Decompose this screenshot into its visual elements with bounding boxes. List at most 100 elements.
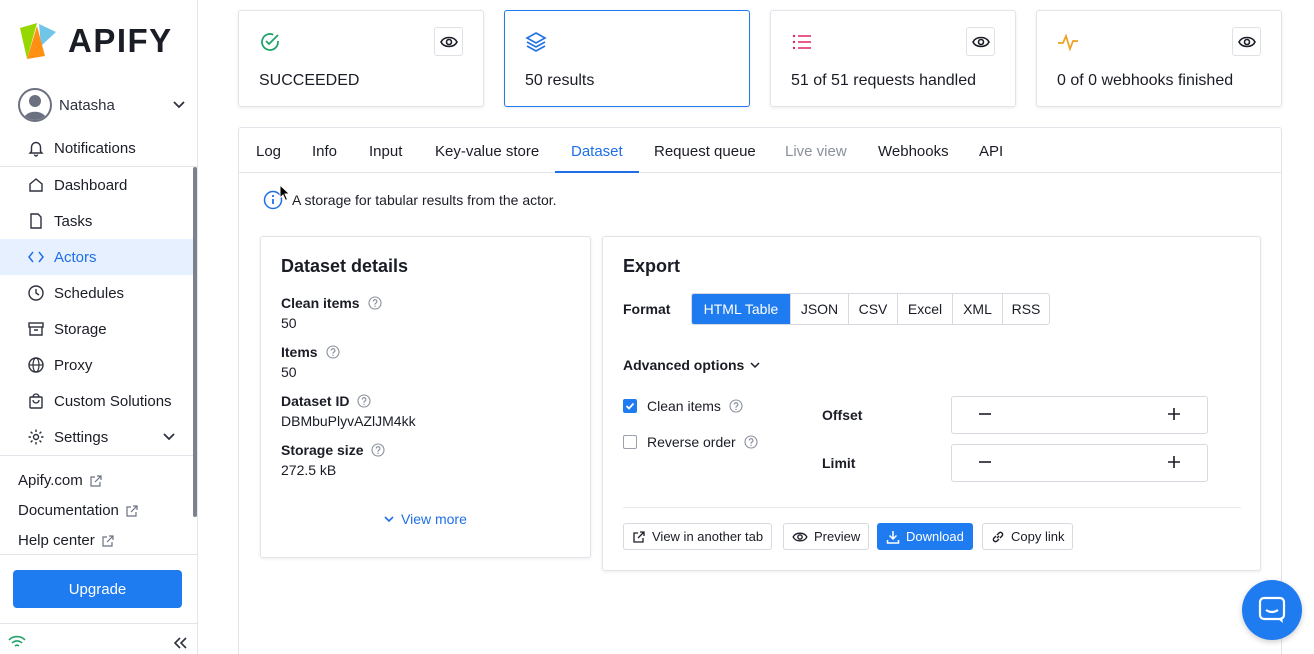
eye-icon xyxy=(1237,36,1256,47)
upgrade-button[interactable]: Upgrade xyxy=(13,570,182,608)
user-menu[interactable]: Natasha xyxy=(18,87,186,123)
minus-icon[interactable] xyxy=(978,455,992,469)
sidebar-item-schedules[interactable]: Schedules xyxy=(0,275,196,311)
tab-log[interactable]: Log xyxy=(256,143,281,160)
help-icon[interactable] xyxy=(744,435,758,449)
view-requests-button[interactable] xyxy=(966,27,995,56)
external-link-icon xyxy=(126,504,138,517)
brand-name: APIFY xyxy=(68,21,173,59)
sidebar-item-storage[interactable]: Storage xyxy=(0,311,196,347)
tab-webhooks[interactable]: Webhooks xyxy=(878,143,949,160)
download-button[interactable]: Download xyxy=(877,523,973,550)
view-in-another-tab-button[interactable]: View in another tab xyxy=(623,523,773,550)
export-card: Export Format HTML Table JSON CSV Excel … xyxy=(602,236,1261,571)
chevron-down-icon xyxy=(750,362,760,369)
external-link-icon xyxy=(102,534,114,547)
apify-logo[interactable]: APIFY xyxy=(18,20,173,60)
help-icon[interactable] xyxy=(729,399,743,413)
format-xml[interactable]: XML xyxy=(952,294,1002,324)
tab-bar: Log Info Input Key-value store Dataset R… xyxy=(239,128,1281,173)
link-label: Help center xyxy=(18,532,95,549)
tab-api[interactable]: API xyxy=(979,143,1003,160)
link-help-center[interactable]: Help center xyxy=(18,532,115,549)
clean-items-option-label: Clean items xyxy=(647,398,721,414)
results-card[interactable]: 50 results xyxy=(504,10,750,107)
gear-icon xyxy=(28,429,44,445)
chat-button[interactable] xyxy=(1242,580,1302,640)
limit-stepper[interactable] xyxy=(951,444,1208,482)
view-more-link[interactable]: View more xyxy=(383,511,467,527)
results-text: 50 results xyxy=(525,72,595,89)
plus-icon[interactable] xyxy=(1167,407,1181,421)
external-link-icon xyxy=(633,530,645,543)
storage-size-value: 272.5 kB xyxy=(281,462,337,478)
help-icon[interactable] xyxy=(357,394,372,408)
mouse-cursor-icon xyxy=(279,184,291,202)
sidebar-item-notifications[interactable]: Notifications xyxy=(0,130,196,166)
sidebar-item-actors[interactable]: Actors xyxy=(0,239,196,275)
clean-items-label: Clean items xyxy=(281,295,382,311)
info-text: A storage for tabular results from the a… xyxy=(292,192,557,208)
export-title: Export xyxy=(623,256,681,276)
help-icon[interactable] xyxy=(368,296,382,310)
requests-text: 51 of 51 requests handled xyxy=(791,72,977,89)
preview-button[interactable]: Preview xyxy=(783,523,870,550)
sidebar-item-custom-solutions[interactable]: Custom Solutions xyxy=(0,383,196,419)
view-status-button[interactable] xyxy=(434,27,463,56)
clean-items-checkbox[interactable] xyxy=(623,399,637,413)
eye-icon xyxy=(792,531,808,542)
collapse-sidebar-icon[interactable] xyxy=(172,636,188,650)
sidebar-item-label: Schedules xyxy=(54,284,125,302)
copy-link-button[interactable]: Copy link xyxy=(982,523,1074,550)
wifi-icon xyxy=(8,635,26,647)
advanced-options-toggle[interactable]: Advanced options xyxy=(623,357,761,373)
help-icon[interactable] xyxy=(371,443,386,457)
format-rss[interactable]: RSS xyxy=(1002,294,1049,324)
clean-items-option[interactable]: Clean items xyxy=(623,398,743,414)
minus-icon[interactable] xyxy=(978,407,992,421)
sidebar-item-label: Proxy xyxy=(54,356,93,374)
link-documentation[interactable]: Documentation xyxy=(18,502,139,519)
format-excel[interactable]: Excel xyxy=(897,294,952,324)
reverse-order-option[interactable]: Reverse order xyxy=(623,434,758,450)
link-icon xyxy=(992,531,1004,542)
clock-icon xyxy=(28,285,44,301)
tab-dataset[interactable]: Dataset xyxy=(571,143,623,160)
dataset-id-value: DBMbuPlyvAZlJM4kk xyxy=(281,413,416,429)
sidebar-item-tasks[interactable]: Tasks xyxy=(0,203,196,239)
reverse-order-option-label: Reverse order xyxy=(647,434,736,450)
offset-stepper[interactable] xyxy=(951,396,1208,434)
sidebar-item-label: Tasks xyxy=(54,212,93,230)
offset-label: Offset xyxy=(822,407,863,423)
format-selector: HTML Table JSON CSV Excel XML RSS xyxy=(691,293,1050,325)
view-webhooks-button[interactable] xyxy=(1232,27,1261,56)
sidebar-item-dashboard[interactable]: Dashboard xyxy=(0,167,196,203)
bell-icon xyxy=(28,141,44,157)
help-icon[interactable] xyxy=(326,345,340,359)
chat-icon xyxy=(1258,596,1286,623)
format-json[interactable]: JSON xyxy=(790,294,848,324)
format-csv[interactable]: CSV xyxy=(848,294,897,324)
sidebar-item-proxy[interactable]: Proxy xyxy=(0,347,196,383)
check-circle-icon xyxy=(261,33,279,51)
dataset-info: A storage for tabular results from the a… xyxy=(263,190,557,210)
tab-key-value-store[interactable]: Key-value store xyxy=(435,143,539,160)
external-link-icon xyxy=(90,474,102,487)
archive-icon xyxy=(28,322,44,336)
tab-info[interactable]: Info xyxy=(312,143,337,160)
sidebar-item-settings[interactable]: Settings xyxy=(0,419,196,455)
tab-live-view[interactable]: Live view xyxy=(785,143,847,160)
format-html-table[interactable]: HTML Table xyxy=(692,294,790,324)
link-apify-com[interactable]: Apify.com xyxy=(18,472,103,489)
sidebar: APIFY Natasha Notifications Dashboard Ta… xyxy=(0,0,198,654)
plus-icon[interactable] xyxy=(1167,455,1181,469)
tab-request-queue[interactable]: Request queue xyxy=(654,143,756,160)
reverse-order-checkbox[interactable] xyxy=(623,435,637,449)
sidebar-scrollbar[interactable] xyxy=(193,167,197,517)
storage-size-label: Storage size xyxy=(281,442,386,458)
home-icon xyxy=(29,178,43,192)
tab-input[interactable]: Input xyxy=(369,143,402,160)
user-name: Natasha xyxy=(59,96,115,114)
file-icon xyxy=(30,213,42,229)
check-icon xyxy=(625,402,635,410)
